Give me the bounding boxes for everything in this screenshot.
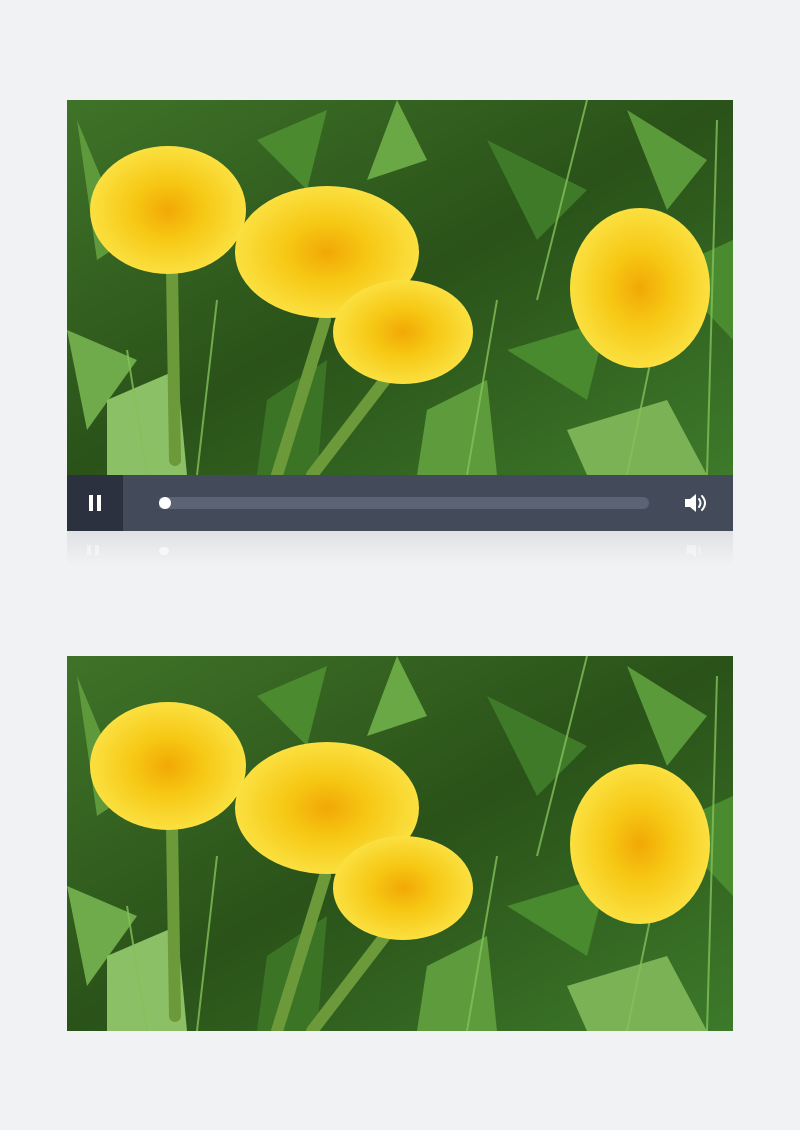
video-control-bar (67, 475, 733, 531)
progress-handle[interactable] (159, 497, 171, 509)
player-reflection (67, 531, 733, 565)
pause-button[interactable] (67, 475, 123, 531)
volume-button[interactable] (683, 491, 709, 515)
reflection-pause-icon (87, 545, 99, 555)
reflection-volume-icon (686, 545, 701, 558)
preview-image (67, 656, 733, 1031)
reflection-progress-handle (159, 547, 169, 555)
pause-icon (89, 495, 101, 511)
video-display[interactable] (67, 100, 733, 475)
volume-icon (685, 494, 706, 512)
dandelion-image (67, 656, 733, 1031)
progress-track[interactable] (159, 497, 649, 509)
dandelion-image (67, 100, 733, 475)
